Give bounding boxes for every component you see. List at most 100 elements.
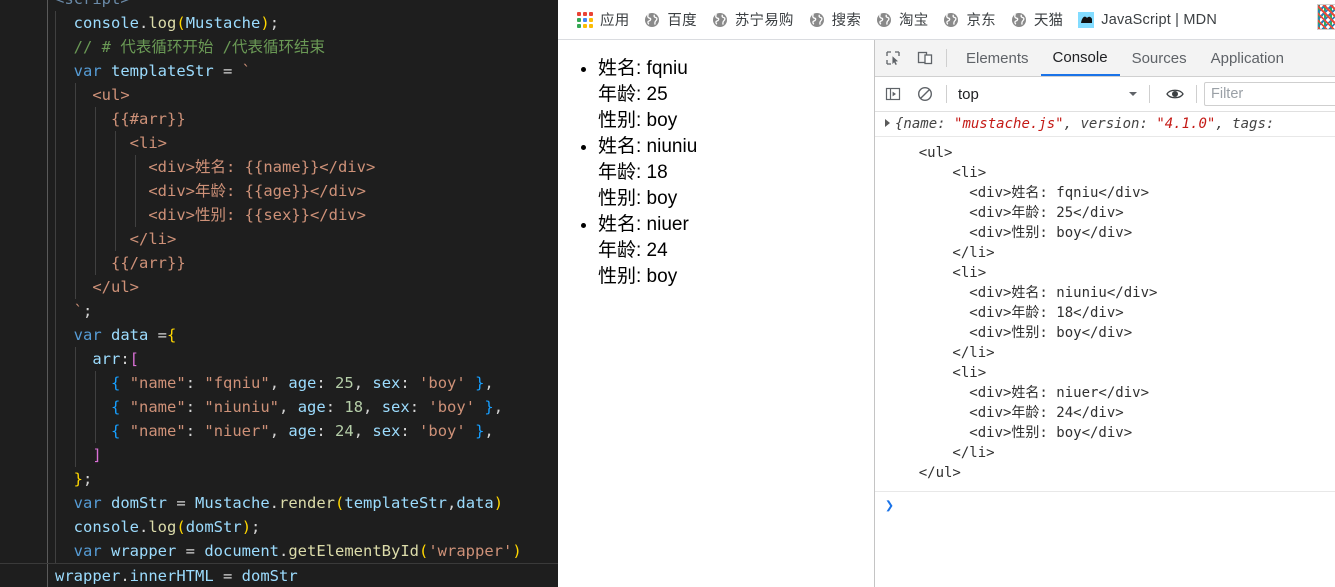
code-token: ;: [83, 302, 93, 320]
console-sidebar-icon[interactable]: [879, 80, 907, 108]
console-html-output: <ul> <li> <div>姓名: fqniu</div> <div>年龄: …: [875, 137, 1335, 492]
code-token: wrapper: [111, 542, 177, 560]
code-line[interactable]: <ul>: [0, 83, 558, 107]
field-sex: 性别: boy: [598, 186, 874, 212]
bookmark-item[interactable]: 百度: [637, 7, 703, 33]
inspect-element-icon[interactable]: [879, 44, 907, 72]
code-token: 'boy': [428, 398, 476, 416]
code-line[interactable]: };: [0, 467, 558, 491]
expand-triangle-icon[interactable]: [885, 119, 890, 127]
indent-guide: [75, 107, 76, 131]
field-value: boy: [641, 266, 678, 287]
indent-guide: [55, 203, 56, 227]
code-line[interactable]: <div>姓名: {{name}}</div>: [0, 155, 558, 179]
code-line[interactable]: <div>年龄: {{age}}</div>: [0, 179, 558, 203]
field-value: niuer: [641, 214, 689, 235]
code-line[interactable]: { "name": "fqniu", age: 25, sex: 'boy' }…: [0, 371, 558, 395]
code-line[interactable]: <script>: [0, 0, 558, 11]
code-line[interactable]: {{#arr}}: [0, 107, 558, 131]
code-line[interactable]: var data ={: [0, 323, 558, 347]
indent-guide: [75, 251, 76, 275]
code-token: 'wrapper': [428, 542, 513, 560]
code-editor-panel[interactable]: <script> console.log(Mustache); // # 代表循…: [0, 0, 558, 587]
bookmark-item[interactable]: 搜索: [802, 7, 868, 33]
indent-guide: [55, 59, 56, 83]
bookmark-item[interactable]: 京东: [936, 7, 1002, 33]
code-token: .: [139, 14, 149, 32]
eye-icon[interactable]: [1161, 80, 1189, 108]
devtools-panel: Elements Console Sources Application top…: [874, 40, 1335, 587]
code-line[interactable]: // # 代表循环开始 /代表循环结束: [0, 35, 558, 59]
code-token: ]: [92, 446, 102, 464]
code-line[interactable]: </ul>: [0, 275, 558, 299]
bookmark-item[interactable]: 淘宝: [869, 7, 935, 33]
clear-console-icon[interactable]: [911, 80, 939, 108]
indent-guide: [55, 107, 56, 131]
bookmark-item[interactable]: JavaScript | MDN: [1071, 7, 1224, 33]
code-line[interactable]: { "name": "niuer", age: 24, sex: 'boy' }…: [0, 419, 558, 443]
indent-guide: [95, 227, 96, 251]
field-sex: 性别: boy: [598, 264, 874, 290]
indent-guide: [115, 203, 116, 227]
bookmark-item[interactable]: 天猫: [1004, 7, 1070, 33]
code-token: 'boy': [419, 374, 466, 392]
extension-overflow-icon[interactable]: [1317, 4, 1335, 30]
code-line[interactable]: console.log(Mustache);: [0, 11, 558, 35]
code-line[interactable]: { "name": "niuniu", age: 18, sex: 'boy' …: [0, 395, 558, 419]
code-line[interactable]: </li>: [0, 227, 558, 251]
code-line[interactable]: wrapper.innerHTML = domStr: [0, 563, 558, 587]
code-token: {{#arr}}: [111, 110, 186, 128]
rendered-list: 姓名: fqniu年龄: 25性别: boy姓名: niuniu年龄: 18性别…: [558, 56, 874, 290]
indent-guide: [115, 179, 116, 203]
code-line[interactable]: {{/arr}}: [0, 251, 558, 275]
code-line[interactable]: var wrapper = document.getElementById('w…: [0, 539, 558, 563]
console-prompt[interactable]: ❯: [875, 492, 1335, 520]
code-line[interactable]: arr:[: [0, 347, 558, 371]
field-label: 性别:: [598, 188, 642, 209]
execution-context-value: top: [958, 85, 979, 103]
tab-sources[interactable]: Sources: [1120, 41, 1199, 76]
code-line[interactable]: <li>: [0, 131, 558, 155]
tab-console[interactable]: Console: [1040, 41, 1120, 76]
code-token: ;: [83, 470, 93, 488]
console-object-message[interactable]: {name: "mustache.js", version: "4.1.0", …: [875, 112, 1335, 137]
bookmarks-bar[interactable]: 应用 百度 苏宁易购 搜索 淘宝 京东 天猫 JavaScript | MDN: [558, 0, 1335, 40]
code-token: console: [73, 518, 139, 536]
globe-icon: [1011, 12, 1027, 28]
code-line[interactable]: console.log(domStr);: [0, 515, 558, 539]
filter-input[interactable]: Filter: [1204, 82, 1335, 106]
code-line[interactable]: ]: [0, 443, 558, 467]
indent-guide: [75, 275, 76, 299]
code-token: [: [129, 350, 140, 368]
code-line[interactable]: <div>性别: {{sex}}</div>: [0, 203, 558, 227]
field-label: 年龄:: [598, 162, 642, 183]
code-line[interactable]: var domStr = Mustache.render(templateStr…: [0, 491, 558, 515]
bookmark-item[interactable]: 苏宁易购: [705, 7, 801, 33]
code-line[interactable]: `;: [0, 299, 558, 323]
code-token: domStr: [185, 518, 242, 536]
code-token: <div>年龄: {{age}}</div>: [148, 182, 366, 200]
indent-guide: [55, 11, 56, 35]
bookmark-item[interactable]: 应用: [570, 7, 636, 33]
code-line[interactable]: var templateStr = `: [0, 59, 558, 83]
tab-elements[interactable]: Elements: [954, 41, 1041, 76]
code-token: }: [484, 398, 494, 416]
editor-code-area[interactable]: <script> console.log(Mustache); // # 代表循…: [0, 0, 558, 587]
device-toolbar-icon[interactable]: [911, 44, 939, 72]
globe-icon: [809, 12, 825, 28]
console-output[interactable]: {name: "mustache.js", version: "4.1.0", …: [875, 112, 1335, 587]
tab-application[interactable]: Application: [1199, 41, 1296, 76]
indent-guide: [95, 107, 96, 131]
object-value-name: "mustache.js": [954, 116, 1064, 132]
execution-context-select[interactable]: top: [954, 82, 1142, 106]
field-name: 姓名: fqniu: [598, 56, 874, 82]
toolbar-divider: [946, 49, 947, 67]
